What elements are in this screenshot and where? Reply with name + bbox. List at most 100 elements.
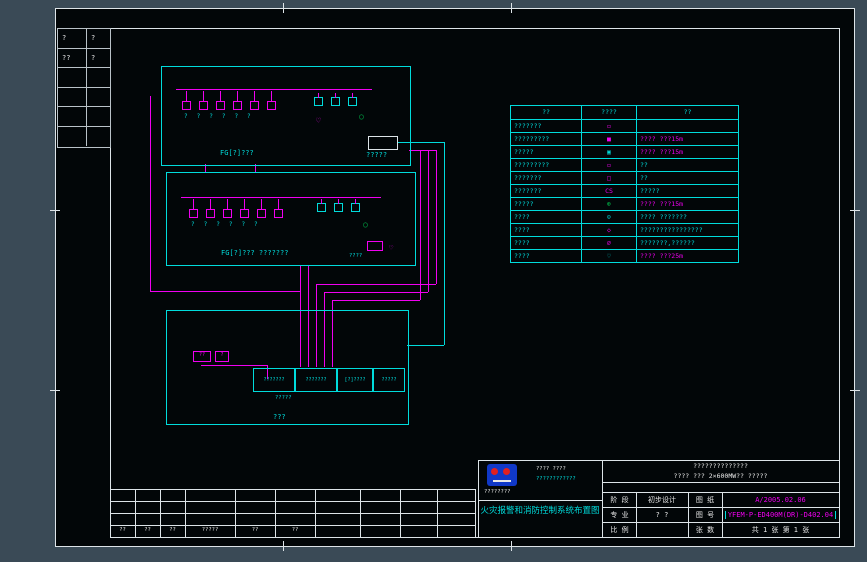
panel-cell: [?]???? (337, 368, 373, 392)
logo-dot (491, 468, 498, 475)
module-tag: ???? (349, 253, 363, 259)
table-line (400, 489, 401, 537)
wire (436, 150, 437, 284)
bus-wire (181, 197, 381, 198)
company-line-1: ?????????????? (693, 462, 748, 470)
table-line (110, 489, 475, 490)
detector-row (189, 199, 283, 218)
drawing-title: 火灾报警和消防控制系统布置图 (480, 506, 600, 516)
titleblock-line (602, 482, 839, 483)
wire (428, 150, 429, 292)
zone-tick (50, 390, 60, 391)
table-line (315, 489, 316, 537)
corner-table-row (58, 68, 110, 88)
table-line (475, 489, 476, 537)
corner-table-row (58, 87, 110, 108)
revision-label: ?? (169, 527, 176, 533)
titleblock-line (478, 460, 479, 537)
table-line (110, 525, 475, 526)
detector-caption: ?????? (191, 221, 267, 228)
wire (444, 142, 445, 345)
panel-cell: ????? (373, 368, 405, 392)
legend-row: ????????? ▭?? (511, 158, 738, 171)
relay-box: ?? (193, 351, 211, 362)
titleblock-value: YFEM-P-ED400M(DR)-D402.04 (724, 510, 837, 519)
table-line (110, 501, 475, 502)
zone-tick (283, 541, 284, 551)
cad-viewport[interactable]: ????? ?????? ♡ ○ ????? FG[?]??? ?????? ○… (0, 0, 867, 562)
zone-tick (283, 3, 284, 13)
detector-row (317, 199, 360, 212)
panel-cell: ??????? (295, 368, 337, 392)
revision-label: ?? (119, 527, 126, 533)
detector-symbol (331, 93, 340, 106)
panel-cell: ??????? (253, 368, 295, 392)
legend-header: ?? ???? ?? (511, 106, 738, 119)
legend-row: ??????? CS????? (511, 184, 738, 197)
revision-table-labels: ??????????????? (110, 527, 315, 533)
control-panel: ?????????????? [?]????????? (253, 368, 405, 392)
bell-icon: ♡ (389, 244, 394, 252)
titleblock-line (478, 500, 602, 501)
detector-symbol (351, 199, 360, 212)
wire (316, 284, 436, 285)
legend-row: ???? ⌀???????,?????? (511, 236, 738, 249)
loop-label: FG[?]??? (220, 149, 254, 157)
table-line (437, 489, 438, 537)
loop-label: FG[?]??? ??????? (221, 249, 289, 257)
titleblock-value: A/2005.02.06 (755, 495, 806, 504)
legend-row: ????????? ■???? ???15m (511, 132, 738, 145)
module-box (368, 136, 398, 150)
control-room-box: ?? ? ?????????????? [?]????????? ????? ??… (166, 310, 409, 425)
legend-symbol-icon: ▭ (582, 159, 637, 171)
corner-table-row: ??? (58, 48, 110, 69)
detector-symbol (199, 91, 208, 110)
legend-row: ????? ▣???? ???15m (511, 145, 738, 158)
indicator-icon: ○ (363, 220, 368, 229)
legend-symbol-icon: ▭ (582, 120, 637, 132)
legend-symbol-icon: ⊕ (582, 198, 637, 210)
detector-caption: ?????? (184, 113, 260, 120)
detector-symbol (233, 91, 242, 110)
bus-wire (176, 89, 372, 90)
detector-symbol (348, 93, 357, 106)
wire (407, 345, 444, 346)
company-logo (487, 464, 517, 486)
corner-table-row: ?? (58, 29, 110, 49)
relay-box: ? (215, 351, 229, 362)
legend-row: ???? ⊙???? ??????? (511, 210, 738, 223)
detector-symbol (267, 91, 276, 110)
table-line (110, 513, 475, 514)
legend-row: ????? ⊕???? ???15m (511, 197, 738, 210)
indicator-icon: ○ (359, 112, 364, 121)
zone-tick (850, 390, 860, 391)
wire (409, 150, 436, 151)
corner-table-row (58, 107, 110, 127)
corner-table-row (58, 126, 110, 146)
loop-box-2: ?????? ○ ♡ ???? FG[?]??? ??????? (166, 172, 416, 266)
legend-symbol-icon: ⊙ (582, 211, 637, 223)
zone-tick (511, 3, 512, 13)
detector-symbol (182, 91, 191, 110)
corner-table: ????? (57, 28, 111, 148)
detector-symbol (223, 199, 232, 218)
detector-row (182, 91, 276, 110)
wire (420, 150, 421, 300)
revision-label: ????? (201, 527, 219, 533)
detector-symbol (206, 199, 215, 218)
loop-box-1: ?????? ♡ ○ ????? FG[?]??? (161, 66, 411, 166)
detector-row (314, 93, 357, 106)
legend-symbol-icon: ♡ (582, 250, 637, 262)
legend-symbol-icon: □ (582, 172, 637, 184)
logo-side-line-1: ???? ???? (536, 466, 566, 472)
module-box (367, 241, 383, 251)
legend-symbol-icon: CS (582, 185, 637, 197)
legend-row: ???? ◇???????????????? (511, 223, 738, 236)
detector-symbol (274, 199, 283, 218)
legend-symbol-icon: ⌀ (582, 237, 637, 249)
detector-symbol (240, 199, 249, 218)
titleblock-value: 共 1 张 第 1 张 (751, 525, 810, 534)
legend-row: ??????? ▭ (511, 119, 738, 132)
company-name-block: ?????????????? ???? ??? 2×600MW?? ????? (602, 461, 839, 481)
legend-header-desc: ?? (683, 108, 692, 116)
